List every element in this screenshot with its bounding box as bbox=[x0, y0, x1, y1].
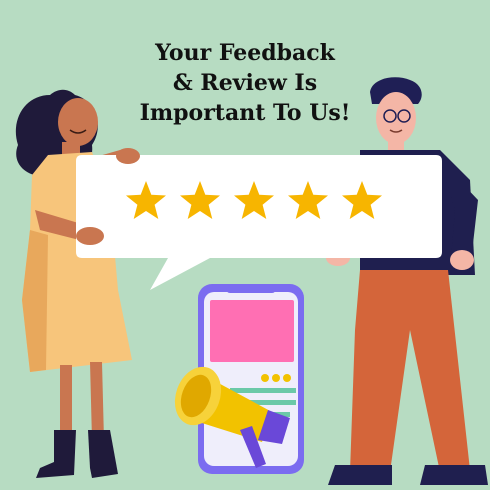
title-line-2: & Review Is bbox=[172, 70, 318, 96]
man-figure bbox=[326, 77, 488, 485]
page-title: Your Feedback & Review Is Important To U… bbox=[120, 38, 370, 128]
title-line-1: Your Feedback bbox=[155, 40, 335, 66]
title-line-3: Important To Us! bbox=[139, 100, 351, 126]
woman-hand-lower bbox=[76, 227, 104, 245]
woman-figure bbox=[15, 89, 132, 478]
woman-hand bbox=[116, 148, 140, 164]
phone-screen-banner bbox=[210, 300, 294, 362]
